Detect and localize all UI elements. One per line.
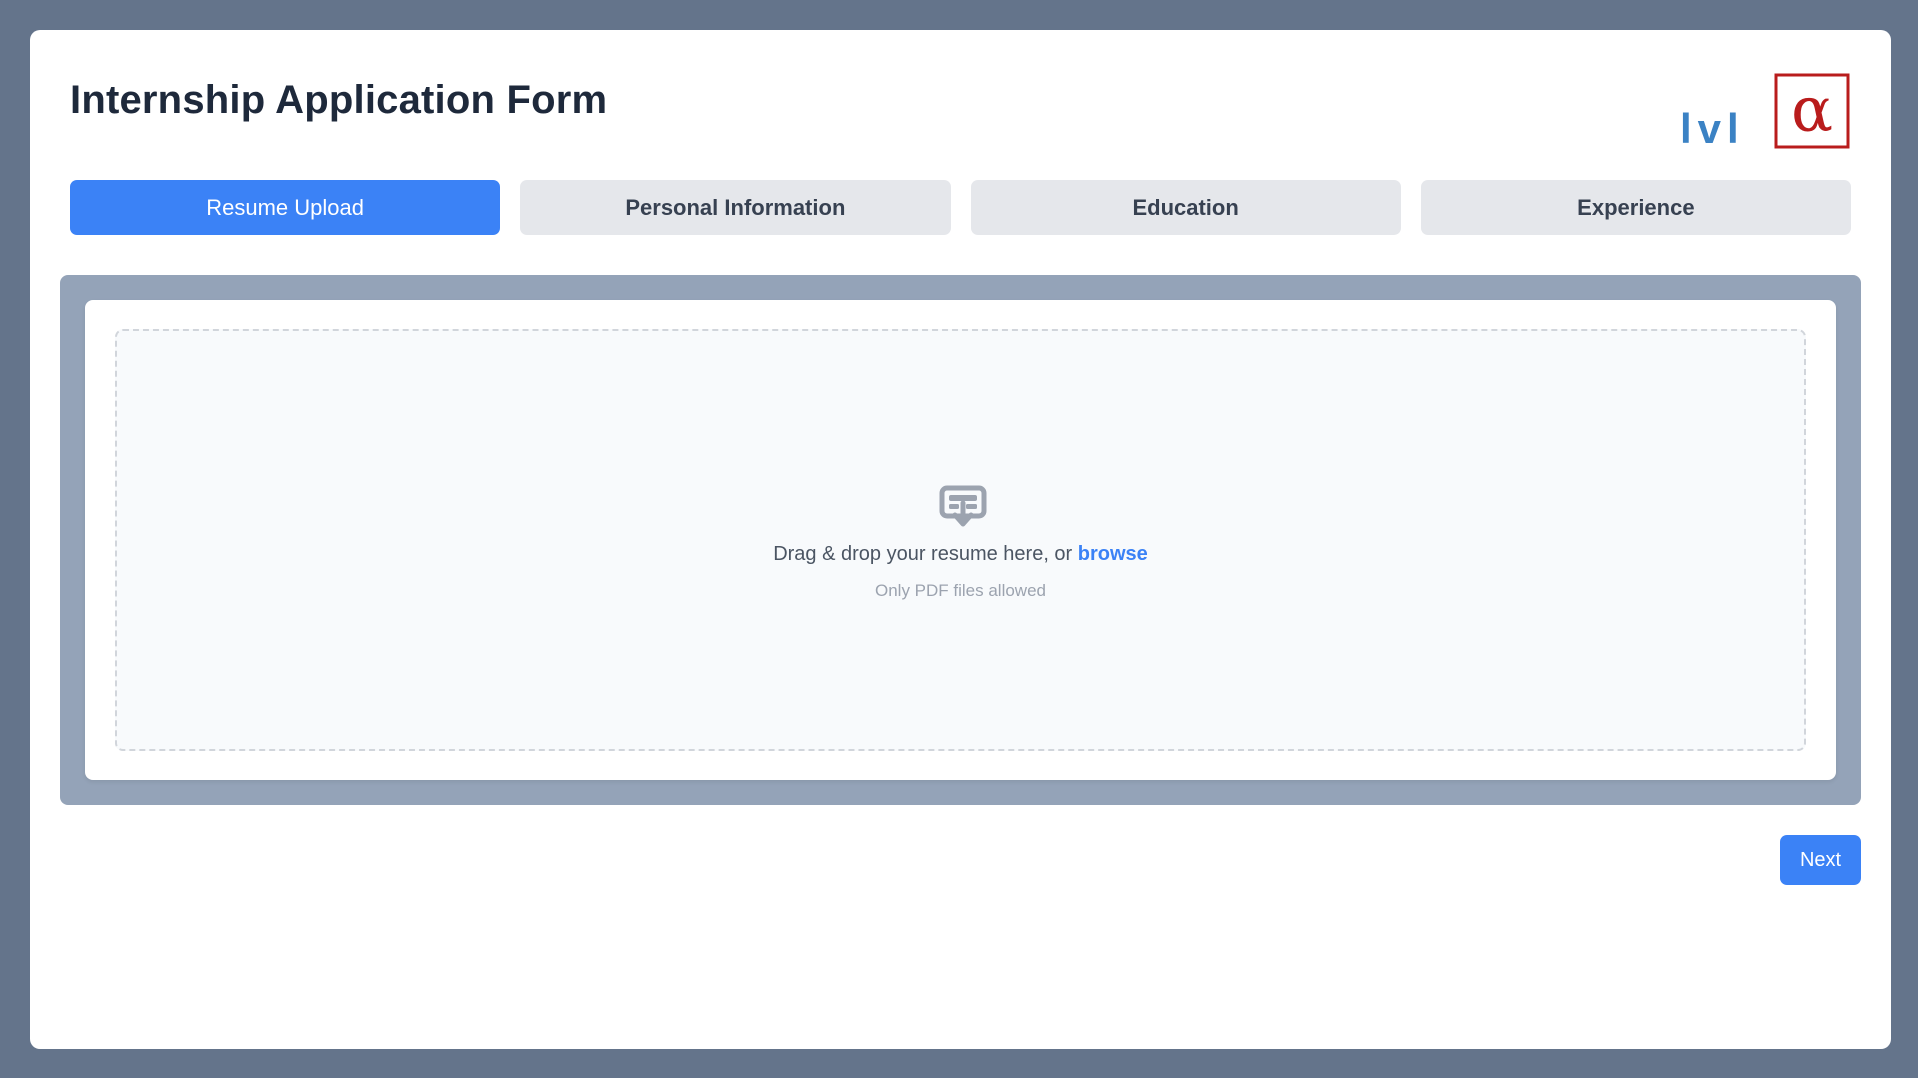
file-type-hint: Only PDF files allowed — [874, 581, 1046, 600]
upload-panel: Drag & drop your resume here, or browse … — [85, 300, 1836, 780]
dropzone-prompt-text: Drag & drop your resume here, or — [773, 543, 1073, 565]
tab-resume-upload[interactable]: Resume Upload — [70, 180, 501, 235]
svg-text:α: α — [1791, 73, 1833, 146]
tab-label: Education — [1132, 194, 1239, 220]
tab-experience[interactable]: Experience — [1420, 180, 1851, 235]
dropzone-prompt: Drag & drop your resume here, or browse — [117, 543, 1804, 566]
tab-label: Experience — [1577, 194, 1695, 220]
upload-icon — [939, 485, 987, 529]
tab-personal-information[interactable]: Personal Information — [520, 180, 951, 235]
resume-dropzone[interactable]: Drag & drop your resume here, or browse … — [115, 329, 1806, 751]
page-title: Internship Application Form — [70, 78, 608, 122]
form-card: Internship Application Form lvl α Resume… — [30, 30, 1891, 1049]
form-steps-tabs: Resume Upload Personal Information Educa… — [70, 180, 1851, 235]
browse-link[interactable]: browse — [1078, 543, 1148, 565]
tab-education[interactable]: Education — [970, 180, 1401, 235]
tab-label: Personal Information — [625, 194, 846, 220]
lvl-alpha-logo: lvl α — [1680, 73, 1850, 152]
upload-panel-frame: Drag & drop your resume here, or browse … — [60, 275, 1861, 805]
tab-label: Resume Upload — [206, 194, 364, 220]
next-button[interactable]: Next — [1780, 835, 1861, 885]
svg-text:lvl: lvl — [1680, 105, 1745, 151]
